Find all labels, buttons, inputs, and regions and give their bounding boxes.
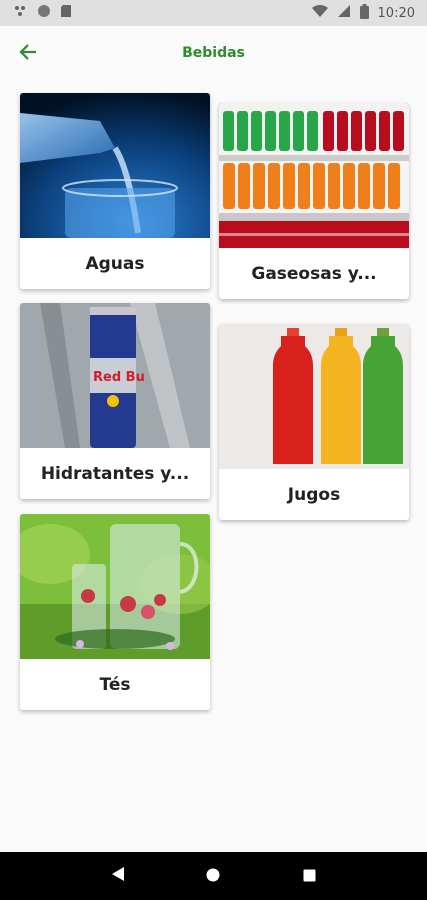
category-card-hidratantes[interactable]: Red Bu Hidratantes y... xyxy=(20,303,210,499)
energy-drink-image: Red Bu xyxy=(20,303,210,448)
wifi-icon xyxy=(311,4,328,22)
juice-bottles-image xyxy=(219,324,409,469)
soda-shelf-image xyxy=(219,103,409,248)
category-label: Aguas xyxy=(85,253,145,274)
nav-back-button[interactable] xyxy=(103,861,133,891)
iced-tea-image xyxy=(20,514,210,659)
category-card-gaseosas[interactable]: Gaseosas y... xyxy=(219,103,409,299)
status-bar: 10:20 xyxy=(0,0,427,26)
nav-home-button[interactable] xyxy=(198,861,228,891)
triangle-back-icon xyxy=(111,866,125,886)
category-label: Jugos xyxy=(287,484,341,505)
category-card-tes[interactable]: Tés xyxy=(20,514,210,710)
sync-icon xyxy=(37,4,51,22)
sd-card-icon xyxy=(60,4,72,22)
water-image xyxy=(20,93,210,238)
nav-recents-button[interactable] xyxy=(294,861,324,891)
circle-home-icon xyxy=(206,867,220,886)
app-bar: Bebidas xyxy=(0,26,427,82)
battery-icon xyxy=(359,3,369,23)
square-recents-icon xyxy=(303,867,316,886)
page-title: Bebidas xyxy=(182,45,245,61)
category-label: Hidratantes y... xyxy=(40,463,190,484)
category-label: Tés xyxy=(99,674,131,695)
network-icon xyxy=(14,4,28,22)
system-nav-bar xyxy=(0,852,427,900)
svg-text:Red Bu: Red Bu xyxy=(93,370,145,385)
signal-icon xyxy=(337,4,351,22)
status-time: 10:20 xyxy=(377,5,415,21)
category-card-jugos[interactable]: Jugos xyxy=(219,324,409,520)
category-label: Gaseosas y... xyxy=(251,263,377,284)
category-card-aguas[interactable]: Aguas xyxy=(20,93,210,289)
